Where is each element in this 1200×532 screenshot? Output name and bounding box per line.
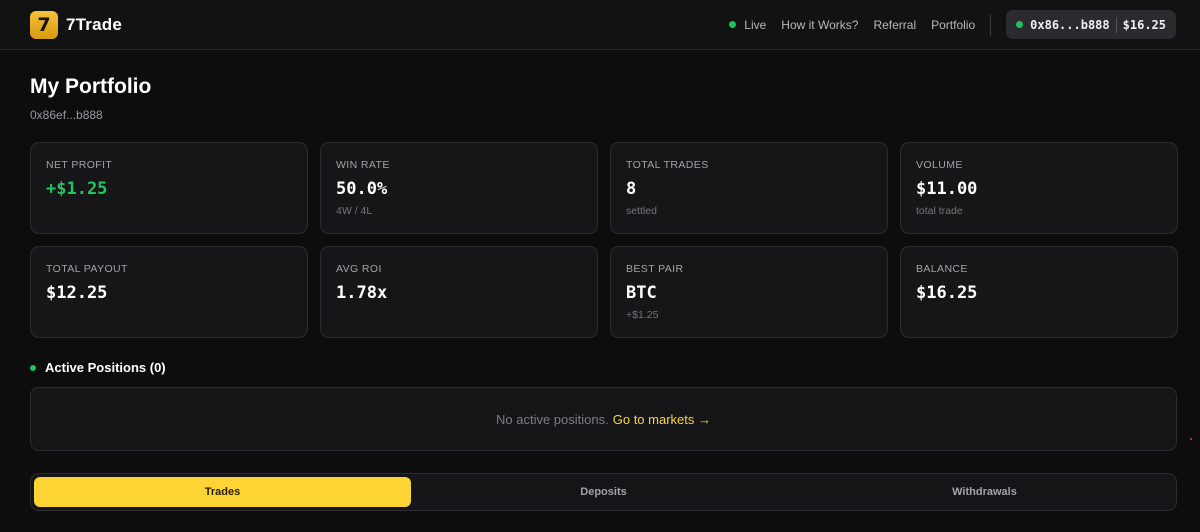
nav-divider	[990, 13, 992, 36]
stats-grid: NET PROFIT +$1.25 WIN RATE 50.0% 4W / 4L…	[30, 142, 1178, 338]
stat-value: 50.0%	[336, 179, 388, 199]
stat-label: NET PROFIT	[46, 159, 113, 171]
wallet-button[interactable]: 0x86...b888 $16.25	[1006, 10, 1176, 39]
nav-portfolio[interactable]: Portfolio	[931, 18, 975, 32]
stat-label: TOTAL PAYOUT	[46, 263, 128, 275]
go-to-markets-link[interactable]: Go to markets →	[613, 412, 711, 427]
top-navbar: 7 7Trade Live How it Works? Referral Por…	[0, 0, 1200, 50]
stat-sub: total trade	[916, 205, 963, 217]
active-positions-heading: Active Positions (0)	[30, 360, 1176, 375]
nav-how-it-works[interactable]: How it Works?	[781, 18, 858, 32]
active-positions-title: Active Positions (0)	[45, 360, 166, 375]
stat-label: TOTAL TRADES	[626, 159, 709, 171]
stat-label: WIN RATE	[336, 159, 390, 171]
nav-links: Live How it Works? Referral Portfolio 0x…	[729, 0, 1176, 49]
stat-card-best-pair: BEST PAIR BTC +$1.25	[610, 246, 888, 338]
stray-pixel	[1190, 438, 1192, 440]
stat-sub: +$1.25	[626, 309, 659, 321]
stat-value: $16.25	[916, 283, 978, 303]
logo-icon[interactable]: 7	[30, 10, 58, 39]
stat-card-total-payout: TOTAL PAYOUT $12.25	[30, 246, 308, 338]
stat-value: $12.25	[46, 283, 108, 303]
stat-label: VOLUME	[916, 159, 963, 171]
empty-message: No active positions.	[496, 411, 609, 427]
live-dot-icon	[729, 21, 737, 28]
stat-card-balance: BALANCE $16.25	[900, 246, 1178, 338]
active-dot-icon	[30, 364, 36, 371]
active-positions-empty-state: No active positions. Go to markets →	[30, 387, 1177, 451]
stat-card-total-trades: TOTAL TRADES 8 settled	[610, 142, 888, 234]
tab-deposits[interactable]: Deposits	[411, 477, 796, 507]
stat-label: BALANCE	[916, 263, 968, 275]
stat-value: $11.00	[916, 179, 978, 199]
stat-value: 1.78x	[336, 283, 388, 303]
wallet-status-dot-icon	[1016, 21, 1024, 28]
history-tabs: Trades Deposits Withdrawals	[30, 473, 1177, 511]
stat-label: BEST PAIR	[626, 263, 684, 275]
stat-card-avg-roi: AVG ROI 1.78x	[320, 246, 598, 338]
wallet-balance: $16.25	[1122, 17, 1166, 32]
stat-card-win-rate: WIN RATE 50.0% 4W / 4L	[320, 142, 598, 234]
stat-sub: settled	[626, 205, 657, 217]
stat-value: 8	[626, 179, 637, 199]
stat-value: BTC	[626, 283, 657, 303]
live-indicator[interactable]: Live	[729, 18, 766, 32]
page-title: My Portfolio	[30, 75, 152, 98]
portfolio-address: 0x86ef...b888	[30, 108, 103, 122]
brand-name[interactable]: 7Trade	[66, 15, 122, 35]
wallet-divider	[1115, 16, 1117, 33]
wallet-address: 0x86...b888	[1030, 17, 1110, 32]
stat-card-net-profit: NET PROFIT +$1.25	[30, 142, 308, 234]
stat-value: +$1.25	[46, 179, 108, 199]
tab-trades[interactable]: Trades	[34, 477, 411, 507]
stat-card-volume: VOLUME $11.00 total trade	[900, 142, 1178, 234]
nav-referral[interactable]: Referral	[873, 18, 916, 32]
stat-label: AVG ROI	[336, 263, 382, 275]
tab-withdrawals[interactable]: Withdrawals	[796, 477, 1173, 507]
stat-sub: 4W / 4L	[336, 205, 373, 217]
live-label: Live	[744, 17, 767, 32]
main-content: My Portfolio 0x86ef...b888 NET PROFIT +$…	[0, 75, 1200, 511]
